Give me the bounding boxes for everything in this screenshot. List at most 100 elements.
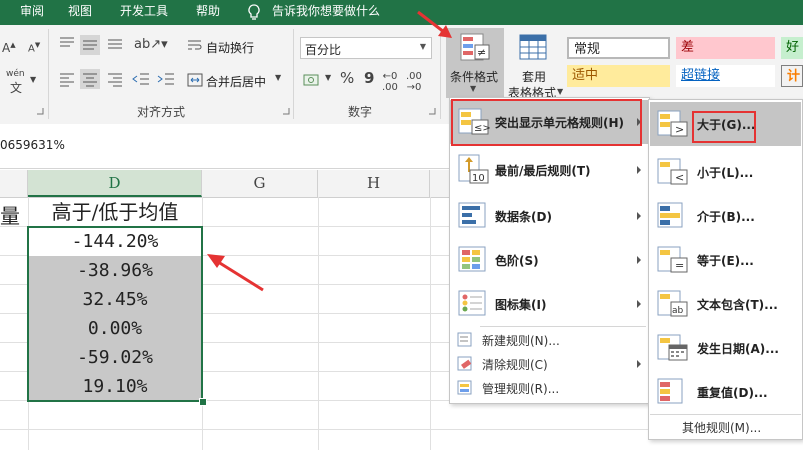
increase-decimal-icon[interactable]: ←0.00 xyxy=(382,71,398,93)
submenu-item-label: 小于(L)... xyxy=(697,166,754,180)
menu-item-top-bottom-rules[interactable]: 10 最前/最后规则(T) xyxy=(450,148,649,192)
annotation-highlight-box xyxy=(451,99,642,146)
svg-text:10: 10 xyxy=(472,173,485,184)
align-bottom-icon[interactable] xyxy=(106,35,124,51)
menu-review[interactable]: 审阅 xyxy=(20,0,44,25)
menu-item-manage-rules[interactable]: 管理规则(R)... xyxy=(450,376,649,400)
chevron-right-icon xyxy=(637,300,641,308)
menu-item-data-bars[interactable]: 数据条(D) xyxy=(450,194,649,238)
font-size-down-icon[interactable]: A▼ xyxy=(28,41,40,54)
chevron-down-icon[interactable]: ▼ xyxy=(30,75,36,84)
chevron-down-icon[interactable]: ▼ xyxy=(275,73,281,82)
menu-item-label: 色阶(S) xyxy=(495,254,539,268)
phonetic-icon[interactable]: wén xyxy=(6,69,25,79)
menu-developer[interactable]: 开发工具 xyxy=(120,0,168,25)
table-format-icon xyxy=(519,34,547,60)
menu-item-label: 图标集(I) xyxy=(495,298,547,312)
svg-text:>: > xyxy=(675,123,684,136)
submenu-item-text-contains[interactable]: ab 文本包含(T)... xyxy=(650,282,801,326)
orientation-icon[interactable]: ab↗▾ xyxy=(134,37,168,52)
svg-text:<: < xyxy=(675,171,684,184)
submenu-item-more-rules[interactable]: 其他规则(M)... xyxy=(650,416,801,438)
style-neutral[interactable]: 适中 xyxy=(567,65,670,87)
duplicate-values-icon xyxy=(657,378,683,404)
highlight-rules-submenu: > 大于(G)... < 小于(L)... 介于(B)... = 等于(E)..… xyxy=(648,99,803,440)
tell-me-box[interactable]: 告诉我你想要做什么 xyxy=(272,0,380,25)
menu-item-label: 新建规则(N)... xyxy=(482,334,560,348)
submenu-item-label: 文本包含(T)... xyxy=(697,298,778,312)
dialog-launcher-icon[interactable] xyxy=(36,107,44,115)
submenu-item-equal-to[interactable]: = 等于(E)... xyxy=(650,238,801,282)
column-header-g[interactable]: G xyxy=(202,170,318,197)
percent-style-button[interactable]: % xyxy=(340,69,354,87)
wrap-text-icon xyxy=(188,40,202,50)
submenu-item-label: 重复值(D)... xyxy=(697,386,768,400)
cell-d-header[interactable]: 高于/低于均值 xyxy=(28,198,202,227)
chevron-down-icon[interactable]: ▼ xyxy=(325,73,331,82)
dialog-launcher-icon[interactable] xyxy=(282,107,290,115)
manage-rules-icon xyxy=(457,380,472,395)
grid-line xyxy=(430,197,431,450)
svg-text:=: = xyxy=(675,259,684,272)
style-good[interactable]: 好 xyxy=(781,37,803,59)
align-top-icon[interactable] xyxy=(58,35,76,51)
number-group-label: 数字 xyxy=(348,105,373,119)
menu-separator xyxy=(480,326,646,327)
formula-bar-value: 0659631% xyxy=(0,138,65,152)
phonetic-char-icon: 文 xyxy=(10,81,23,95)
align-center-icon[interactable] xyxy=(80,69,100,89)
currency-icon[interactable] xyxy=(302,71,324,89)
style-hyperlink[interactable]: 超链接 xyxy=(676,65,775,87)
data-bars-icon xyxy=(458,202,486,228)
increase-indent-icon[interactable] xyxy=(157,71,175,87)
align-left-icon[interactable] xyxy=(58,71,76,87)
equal-to-icon: = xyxy=(657,246,688,273)
cell-partial-header[interactable]: 量 xyxy=(0,200,20,229)
dialog-launcher-icon[interactable] xyxy=(428,107,436,115)
chevron-right-icon xyxy=(637,212,641,220)
style-bad[interactable]: 差 xyxy=(676,37,775,59)
merge-center-button[interactable]: 合并后居中 xyxy=(206,73,266,90)
chevron-down-icon: ▼ xyxy=(557,87,564,96)
menu-item-new-rule[interactable]: 新建规则(N)... xyxy=(450,328,649,352)
format-as-table-label-1: 套用 xyxy=(522,70,547,84)
submenu-item-label: 介于(B)... xyxy=(697,210,755,224)
decrease-decimal-icon[interactable]: .00 →0 xyxy=(406,71,422,93)
conditional-formatting-button[interactable]: ≠ 条件格式 ▼ xyxy=(446,28,504,98)
comma-style-button[interactable]: 9 xyxy=(364,69,374,87)
submenu-item-date-occurring[interactable]: 发生日期(A)... xyxy=(650,326,801,370)
font-size-up-icon[interactable]: A▲ xyxy=(2,41,16,55)
submenu-item-less-than[interactable]: < 小于(L)... xyxy=(650,150,801,194)
column-header-partial[interactable] xyxy=(0,170,28,197)
menu-help[interactable]: 帮助 xyxy=(196,0,220,25)
style-normal[interactable]: 常规 xyxy=(567,37,670,59)
align-middle-icon[interactable] xyxy=(80,35,100,55)
menu-item-color-scales[interactable]: 色阶(S) xyxy=(450,238,649,282)
annotation-arrow-icon xyxy=(417,10,452,38)
ribbon-separator xyxy=(293,29,294,119)
menu-item-icon-sets[interactable]: 图标集(I) xyxy=(450,282,649,326)
menu-separator xyxy=(650,414,801,415)
top-bottom-icon: 10 xyxy=(458,154,489,184)
submenu-item-duplicate-values[interactable]: 重复值(D)... xyxy=(650,370,801,414)
menu-item-clear-rules[interactable]: 清除规则(C) xyxy=(450,352,649,376)
decrease-indent-icon[interactable] xyxy=(132,71,150,87)
less-than-icon: < xyxy=(657,158,688,185)
svg-text:ab: ab xyxy=(672,306,684,316)
submenu-item-between[interactable]: 介于(B)... xyxy=(650,194,801,238)
format-as-table-button[interactable]: 套用 表格格式 ▼ xyxy=(506,28,564,100)
fill-handle[interactable] xyxy=(199,398,207,406)
menu-view[interactable]: 视图 xyxy=(68,0,92,25)
menu-item-label: 数据条(D) xyxy=(495,210,552,224)
svg-text:≠: ≠ xyxy=(477,46,486,59)
menu-item-label: 管理规则(R)... xyxy=(482,382,560,396)
align-right-icon[interactable] xyxy=(106,71,124,87)
eraser-icon xyxy=(457,356,472,371)
chevron-right-icon xyxy=(637,360,641,368)
number-format-dropdown[interactable]: 百分比 ▼ xyxy=(300,37,432,59)
alignment-group-label: 对齐方式 xyxy=(137,105,186,119)
column-header-d[interactable]: D xyxy=(28,170,202,197)
wrap-text-button[interactable]: 自动换行 xyxy=(206,39,254,56)
column-header-h[interactable]: H xyxy=(318,170,430,197)
style-calculation[interactable]: 计 xyxy=(781,65,803,87)
